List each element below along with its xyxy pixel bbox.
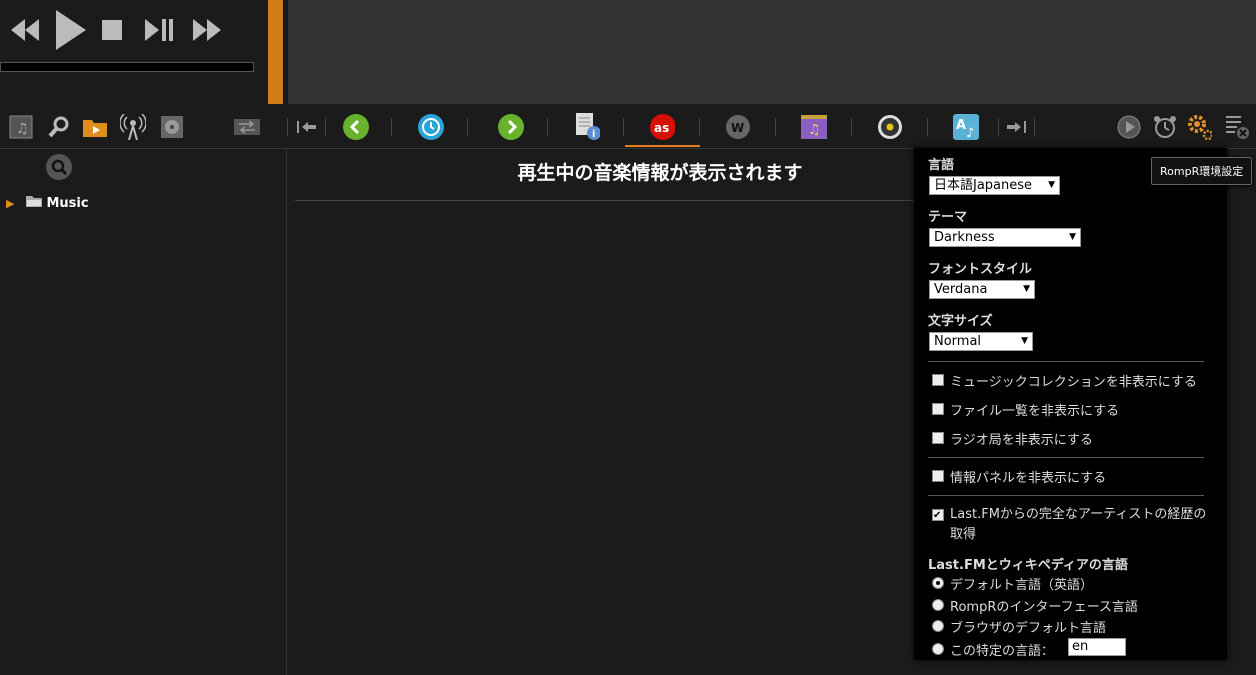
toolbar [0, 104, 1256, 149]
theme-select-value: Darkness [934, 230, 995, 245]
nowplaying-info-icon[interactable]: i [574, 113, 600, 140]
hide-info-option[interactable]: 情報パネルを非表示にする [932, 467, 1106, 486]
lang-default-option[interactable]: デフォルト言語（英語） [932, 574, 1093, 593]
alarm-clock-icon[interactable] [1152, 114, 1178, 140]
lang-browser-option[interactable]: ブラウザのデフォルト言語 [932, 617, 1106, 636]
lang-interface-radio[interactable] [932, 599, 944, 611]
font-size-label: 文字サイズ [928, 314, 993, 329]
lastfm-full-bio-checkbox[interactable] [932, 506, 944, 526]
language-label: 言語 [928, 158, 955, 173]
specific-language-input[interactable]: en [1068, 638, 1126, 656]
svg-text:♫: ♫ [16, 121, 29, 137]
font-style-label: フォントスタイル [928, 262, 1033, 277]
music-notes-icon[interactable]: ♫ [801, 114, 827, 140]
lang-default-label: デフォルト言語（英語） [950, 578, 1094, 593]
theme-select[interactable]: Darkness ▼ [929, 228, 1081, 247]
lang-browser-radio[interactable] [932, 620, 944, 632]
font-style-select-value: Verdana [934, 282, 988, 297]
collapse-right-icon[interactable] [1003, 114, 1029, 140]
play-button[interactable] [52, 10, 88, 50]
font-size-select[interactable]: Normal ▼ [929, 332, 1033, 351]
hide-files-option[interactable]: ファイル一覧を非表示にする [932, 400, 1119, 419]
svg-text:i: i [592, 129, 595, 140]
hide-collection-option[interactable]: ミュージックコレクションを非表示にする [932, 371, 1197, 390]
svg-text:W: W [731, 121, 744, 135]
hide-radio-label: ラジオ局を非表示にする [950, 433, 1093, 448]
hide-info-checkbox[interactable] [932, 470, 944, 482]
divider [928, 457, 1204, 458]
hide-info-label: 情報パネルを非表示にする [950, 471, 1107, 486]
dropdown-arrow-icon: ▼ [1048, 180, 1055, 190]
language-select[interactable]: 日本語Japanese ▼ [929, 176, 1060, 195]
now-playing-area [288, 0, 1256, 104]
font-size-select-value: Normal [934, 334, 982, 349]
divider [928, 361, 1204, 362]
lang-browser-label: ブラウザのデフォルト言語 [950, 621, 1107, 636]
lang-specific-label: この特定の言語： [950, 644, 1055, 659]
expand-triangle-icon[interactable]: ▶ [6, 197, 14, 210]
dropdown-arrow-icon: ▼ [1069, 232, 1076, 242]
font-style-select[interactable]: Verdana ▼ [929, 280, 1035, 299]
discogs-icon[interactable] [877, 114, 903, 140]
folder-icon[interactable] [82, 114, 108, 140]
play-icon[interactable] [1116, 114, 1142, 140]
history-icon[interactable] [418, 114, 444, 140]
lastfm-icon[interactable]: as [649, 114, 675, 140]
player-controls [0, 0, 268, 104]
volume-slider[interactable] [268, 0, 284, 104]
hide-files-label: ファイル一覧を非表示にする [950, 404, 1120, 419]
gear-icon[interactable] [1186, 114, 1212, 141]
preferences-panel: 言語 日本語Japanese ▼ テーマ Darkness ▼ フォントスタイル V… [914, 148, 1227, 660]
svg-text:A: A [956, 118, 966, 133]
next-button[interactable] [192, 10, 222, 50]
hide-radio-option[interactable]: ラジオ局を非表示にする [932, 429, 1093, 448]
hide-files-checkbox[interactable] [932, 403, 944, 415]
svg-text:♫: ♫ [808, 122, 821, 138]
lang-specific-option[interactable]: この特定の言語： [932, 640, 1054, 659]
dropdown-arrow-icon: ▼ [1023, 284, 1030, 294]
svg-text:♪: ♪ [966, 126, 974, 140]
collection-root-label: Music [46, 195, 89, 211]
hide-collection-label: ミュージックコレクションを非表示にする [950, 375, 1197, 390]
disc-icon[interactable] [159, 114, 185, 140]
divider [928, 495, 1204, 496]
collection-panel [0, 148, 287, 675]
svg-text:as: as [654, 121, 669, 135]
shuffle-icon[interactable] [234, 114, 260, 140]
forward-icon[interactable] [498, 114, 524, 140]
wikipedia-icon[interactable]: W [725, 114, 751, 140]
lastfm-full-bio-label: Last.FMからの完全なアーティストの経歴の取得 [950, 507, 1207, 542]
folder-icon [26, 195, 43, 211]
lastfm-full-bio-option[interactable]: Last.FMからの完全なアーティストの経歴の取得 [932, 505, 1210, 545]
collection-root-item[interactable]: ▶ Music [6, 195, 89, 211]
hide-collection-checkbox[interactable] [932, 374, 944, 386]
search-icon[interactable] [46, 114, 72, 140]
lang-interface-option[interactable]: RompRのインターフェース言語 [932, 596, 1138, 615]
previous-button[interactable] [10, 10, 40, 50]
settings-tooltip: RompR環境設定 [1151, 157, 1253, 185]
collapse-left-icon[interactable] [294, 114, 320, 140]
progress-bar[interactable] [0, 62, 254, 72]
clear-playlist-icon[interactable] [1223, 114, 1249, 140]
music-library-icon[interactable]: ♫ [8, 114, 34, 140]
stop-button[interactable] [100, 10, 124, 50]
lastfm-language-section-label: Last.FMとウィキペディアの言語 [928, 558, 1128, 573]
lang-interface-label: RompRのインターフェース言語 [950, 600, 1138, 615]
dropdown-arrow-icon: ▼ [1021, 336, 1028, 346]
theme-label: テーマ [928, 210, 968, 225]
active-tab-indicator [625, 145, 700, 147]
language-select-value: 日本語Japanese [934, 178, 1033, 193]
lang-specific-radio[interactable] [932, 643, 944, 655]
lang-default-radio[interactable] [932, 577, 944, 589]
back-icon[interactable] [343, 114, 369, 140]
lyrics-icon[interactable]: A ♪ [953, 114, 979, 140]
radio-icon[interactable] [120, 114, 146, 140]
play-pause-button[interactable] [144, 10, 174, 50]
collection-search-icon[interactable] [46, 154, 72, 184]
hide-radio-checkbox[interactable] [932, 432, 944, 444]
